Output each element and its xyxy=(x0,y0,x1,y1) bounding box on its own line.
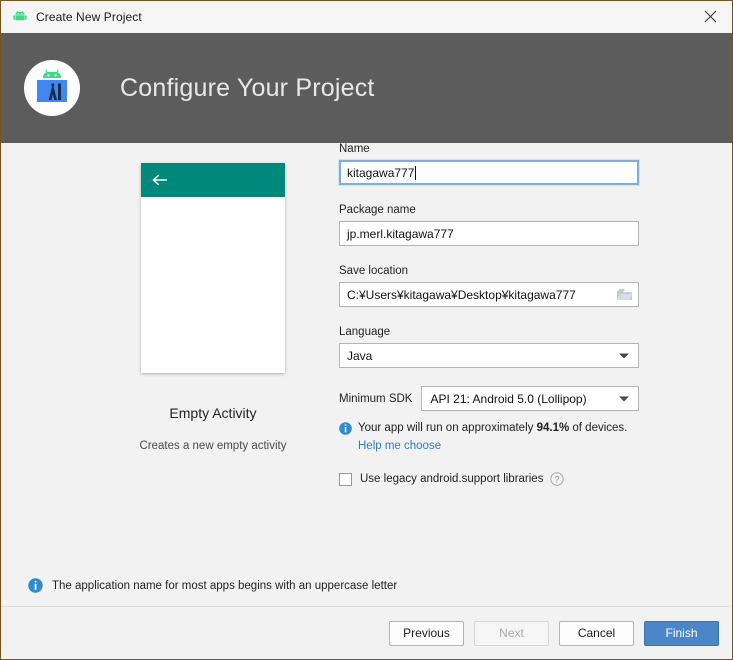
previous-button[interactable]: Previous xyxy=(389,620,464,646)
legacy-libraries-checkbox[interactable] xyxy=(339,472,352,486)
finish-button[interactable]: Finish xyxy=(644,620,719,646)
next-button: Next xyxy=(474,620,549,646)
language-value: Java xyxy=(347,348,373,363)
title-bar: Create New Project xyxy=(1,1,732,33)
minimum-sdk-label: Minimum SDK xyxy=(339,392,413,405)
back-arrow-icon xyxy=(152,173,169,187)
question-mark-icon[interactable]: ? xyxy=(550,472,565,486)
chevron-down-icon xyxy=(619,396,629,401)
preview-title: Empty Activity xyxy=(169,405,257,421)
name-label: Name xyxy=(339,143,370,155)
dialog-footer: Previous Next Cancel Finish xyxy=(1,606,732,659)
legacy-libraries-row: Use legacy android.support libraries ? xyxy=(339,472,639,486)
dialog-header: Configure Your Project xyxy=(1,33,732,143)
page-title: Configure Your Project xyxy=(120,73,375,102)
save-location-input[interactable]: C:¥Users¥kitagawa¥Desktop¥kitagawa777 xyxy=(339,282,639,307)
sdk-note-prefix: Your app will run on approximately xyxy=(358,422,537,434)
cancel-button[interactable]: Cancel xyxy=(559,620,634,646)
preview-subtitle: Creates a new empty activity xyxy=(139,440,287,452)
template-preview: Empty Activity Creates a new empty activ… xyxy=(63,163,363,452)
save-location-value: C:¥Users¥kitagawa¥Desktop¥kitagawa777 xyxy=(347,287,576,302)
name-input[interactable]: kitagawa777 xyxy=(338,159,640,186)
sdk-note-suffix: of devices. xyxy=(569,422,628,434)
help-me-choose-link[interactable]: Help me choose xyxy=(358,440,441,452)
android-studio-logo-icon xyxy=(23,59,81,117)
legacy-libraries-label: Use legacy android.support libraries xyxy=(360,473,544,485)
activity-preview-card xyxy=(141,163,285,373)
minimum-sdk-select[interactable]: API 21: Android 5.0 (Lollipop) xyxy=(421,386,639,411)
text-caret xyxy=(415,165,417,180)
package-name-value: jp.merl.kitagawa777 xyxy=(347,226,454,241)
language-select[interactable]: Java xyxy=(339,343,639,368)
name-input-value: kitagawa777 xyxy=(347,165,415,180)
validation-notice-text: The application name for most apps begin… xyxy=(52,580,398,592)
sdk-coverage-note: Your app will run on approximately 94.1%… xyxy=(339,421,639,436)
title-bar-label: Create New Project xyxy=(36,10,142,24)
info-icon xyxy=(28,578,43,593)
save-location-label: Save location xyxy=(339,265,409,277)
close-icon[interactable] xyxy=(688,1,732,32)
package-name-input[interactable]: jp.merl.kitagawa777 xyxy=(339,221,639,246)
language-label: Language xyxy=(339,326,391,338)
create-new-project-dialog: Create New Project Configure Your Projec… xyxy=(0,0,733,660)
project-form: Name kitagawa777 Package name jp.merl.ki… xyxy=(338,143,640,486)
chevron-down-icon xyxy=(619,353,629,358)
minimum-sdk-row: Minimum SDK API 21: Android 5.0 (Lollipo… xyxy=(339,386,639,411)
dialog-body: Empty Activity Creates a new empty activ… xyxy=(1,143,732,578)
android-robot-icon xyxy=(12,9,28,25)
sdk-percentage: 94.1% xyxy=(536,422,570,434)
minimum-sdk-value: API 21: Android 5.0 (Lollipop) xyxy=(430,391,587,406)
svg-text:?: ? xyxy=(555,474,560,484)
folder-icon[interactable] xyxy=(615,287,633,302)
info-icon xyxy=(339,422,352,435)
sdk-coverage-text: Your app will run on approximately 94.1%… xyxy=(358,421,627,436)
preview-app-bar xyxy=(141,163,285,197)
package-name-label: Package name xyxy=(339,204,416,216)
